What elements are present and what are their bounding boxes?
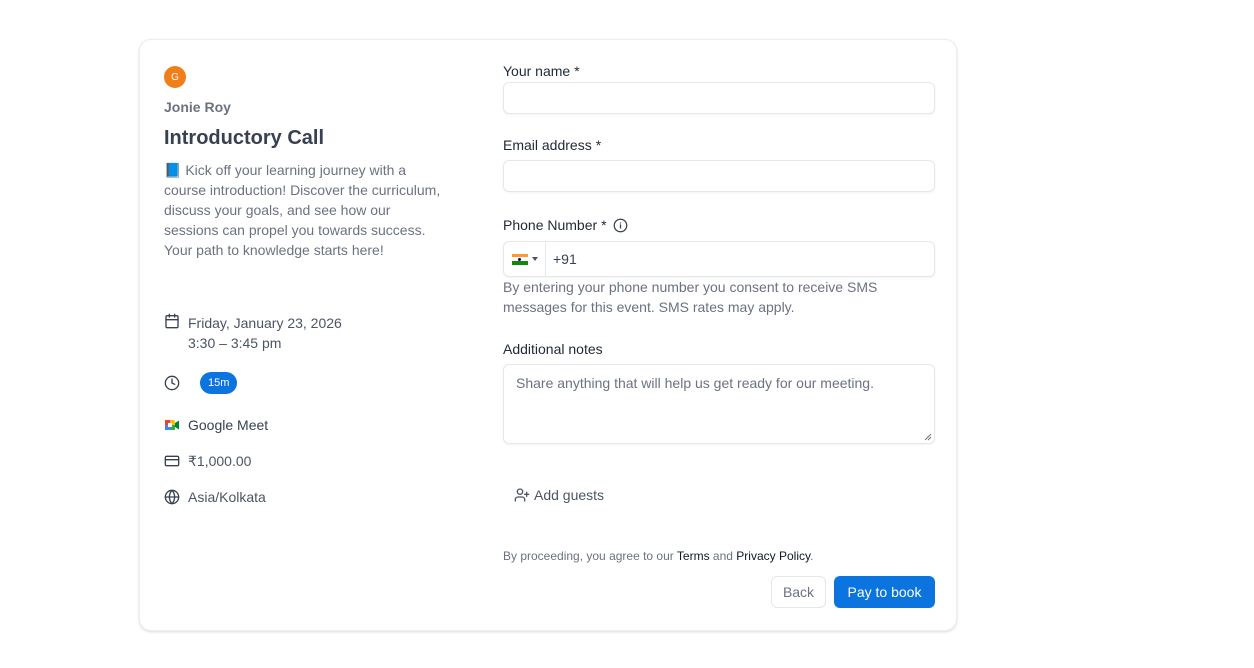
country-select[interactable] [504,242,546,276]
avatar: G [164,66,186,88]
event-price: ₹1,000.00 [164,451,454,471]
add-guests-label: Add guests [534,487,605,503]
phone-value: +91 [553,251,577,267]
back-button[interactable]: Back [771,576,826,608]
timezone-text[interactable]: Asia/Kolkata [188,487,266,507]
pay-to-book-button[interactable]: Pay to book [834,576,935,608]
resize-handle-icon[interactable] [924,433,932,441]
notes-textarea[interactable]: Share anything that will help us get rea… [503,364,935,444]
event-timezone: Asia/Kolkata [164,487,454,507]
notes-label-text: Additional notes [503,341,603,357]
event-date: Friday, January 23, 2026 3:30 – 3:45 pm [164,313,454,353]
required-mark: * [601,217,607,233]
event-time-text: 3:30 – 3:45 pm [188,335,282,351]
event-details: G Jonie Roy Introductory Call 📘 Kick off… [164,66,444,260]
event-duration: 15m [164,372,454,394]
legal-period: . [810,549,814,563]
required-mark: * [595,137,602,153]
name-label: Your name * [503,63,580,79]
chevron-down-icon [531,257,538,261]
clock-icon [164,375,180,391]
host-name: Jonie Roy [164,99,231,115]
email-input[interactable] [503,160,935,192]
add-guests-button[interactable]: Add guests [514,487,604,503]
avatar-initial: G [171,71,179,83]
event-description: 📘 Kick off your learning journey with a … [164,162,441,258]
notes-label: Additional notes [503,341,603,357]
info-icon[interactable] [613,218,628,233]
india-flag-icon [511,253,528,265]
phone-label: Phone Number * [503,217,628,233]
user-plus-icon [514,487,530,503]
google-meet-icon [164,417,180,433]
globe-icon [164,489,180,505]
price-text: ₹1,000.00 [188,453,252,469]
notes-placeholder: Share anything that will help us get rea… [516,375,874,391]
privacy-link[interactable]: Privacy Policy [736,549,810,563]
required-mark: * [574,63,580,79]
calendar-icon [164,313,180,329]
event-date-text: Friday, January 23, 2026 [188,315,342,331]
legal-prefix: By proceeding, you agree to our [503,549,674,563]
duration-badge[interactable]: 15m [200,372,238,394]
email-label-text: Email address [503,137,592,153]
phone-input[interactable]: +91 [503,241,935,277]
booking-card: G Jonie Roy Introductory Call 📘 Kick off… [139,39,957,631]
event-location: Google Meet [164,415,454,435]
terms-link[interactable]: Terms [677,549,710,563]
credit-card-icon [164,453,180,469]
email-label: Email address * [503,137,601,153]
location-text: Google Meet [188,417,269,433]
legal-and: and [712,549,733,563]
phone-label-text: Phone Number [503,217,598,233]
name-label-text: Your name [503,63,571,79]
event-title: Introductory Call [164,127,325,149]
name-input[interactable] [503,82,935,114]
phone-helper-text: By entering your phone number you consen… [503,279,878,315]
legal-text: By proceeding, you agree to our Terms an… [503,549,813,563]
